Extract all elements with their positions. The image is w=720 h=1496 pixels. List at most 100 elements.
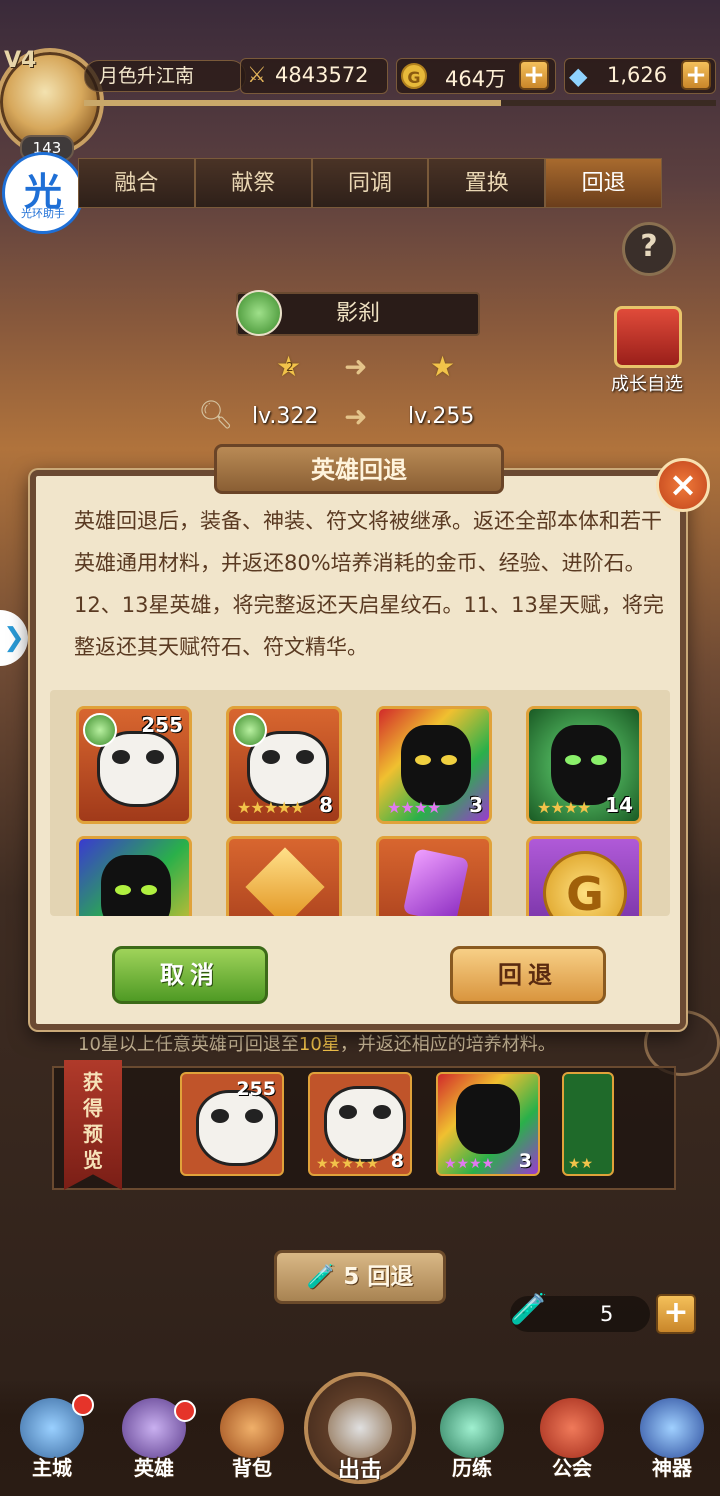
nav-label: 神器	[652, 1456, 692, 1480]
reward-item[interactable]	[76, 836, 192, 916]
gold-counter: G 464万 +	[396, 58, 556, 94]
combat-power-value: 4843572	[275, 63, 369, 87]
reward-item[interactable]: ★★★★ 3	[376, 706, 492, 824]
preview-item[interactable]: ★★	[562, 1072, 614, 1176]
preview-item[interactable]: ★★★★★ 8	[308, 1072, 412, 1176]
tab-revert[interactable]: 回退	[545, 158, 662, 208]
ribbon-char: 览	[83, 1148, 103, 1172]
reward-item[interactable]	[376, 836, 492, 916]
artifact-orb-icon	[640, 1398, 704, 1458]
batch-revert-button[interactable]: 🧪 5 回退	[274, 1250, 446, 1304]
level-to: lv.255	[408, 404, 475, 429]
preview-stars: ★★★★	[444, 1156, 495, 1172]
purple-gem-icon	[402, 848, 470, 916]
halo-assistant-button[interactable]: 光 光环助手	[2, 152, 84, 234]
nav-main-city[interactable]: 主城	[4, 1394, 100, 1490]
revert-potion-counter: 🧪 5	[510, 1292, 650, 1332]
reward-item[interactable]: 255	[76, 706, 192, 824]
vip-level: V4	[4, 48, 37, 73]
element-badge-icon	[83, 713, 117, 747]
experience-bar-fill	[84, 100, 502, 106]
hint-text-end: ，并返还相应的培养材料。	[339, 1034, 556, 1055]
tab-sacrifice[interactable]: 献祭	[194, 158, 312, 208]
rainbow-demon-icon	[101, 855, 171, 916]
preview-count: 8	[390, 1150, 404, 1172]
reward-stars: ★★★★★	[237, 798, 305, 817]
ribbon-char: 得	[83, 1096, 103, 1120]
preview-item[interactable]: 255	[180, 1072, 284, 1176]
gold-crystal-icon	[245, 847, 325, 916]
nav-label: 公会	[552, 1456, 592, 1480]
nav-label: 背包	[232, 1456, 272, 1480]
crossed-swords-icon	[328, 1398, 392, 1458]
preview-stars: ★★	[568, 1156, 594, 1172]
confirm-revert-button[interactable]: 回退	[450, 946, 606, 1004]
ribbon-char: 获	[83, 1070, 103, 1094]
gem-value: 1,626	[607, 63, 668, 87]
backpack-icon	[220, 1398, 284, 1458]
ribbon-char: 预	[83, 1122, 103, 1146]
batch-revert-label: 5 回退	[343, 1264, 414, 1290]
nav-training[interactable]: 历练	[424, 1398, 520, 1490]
gem-counter: ◆ 1,626 +	[564, 58, 716, 94]
helper-label: 光环助手	[21, 207, 65, 220]
revert-hint: 10星以上任意英雄可回退至10星，并返还相应的培养材料。	[78, 1030, 678, 1056]
add-potion-button[interactable]: +	[656, 1294, 696, 1334]
player-name: 月色升江南	[84, 60, 246, 92]
cancel-button[interactable]: 取消	[112, 946, 268, 1004]
combat-power: ⚔ 4843572	[240, 58, 388, 94]
close-button[interactable]: ×	[656, 458, 710, 512]
tab-fusion[interactable]: 融合	[78, 158, 195, 208]
reward-count: 14	[605, 793, 633, 817]
training-icon	[440, 1398, 504, 1458]
preview-count: 3	[518, 1150, 532, 1172]
reward-stars: ★★★★	[387, 798, 441, 817]
reward-stars: ★★★★	[537, 798, 591, 817]
magnifier-icon[interactable]: 🔍︎	[198, 398, 234, 431]
diamond-icon: ◆	[569, 62, 588, 90]
notification-dot	[72, 1394, 94, 1416]
side-expand-arrow-icon[interactable]: ❯	[0, 610, 28, 666]
level-from: lv.322	[252, 404, 319, 429]
guild-flag-icon	[540, 1398, 604, 1458]
reward-item[interactable]: ★★★★ 14	[526, 706, 642, 824]
nav-sortie[interactable]: 出击	[312, 1398, 408, 1490]
crossed-swords-icon: ⚔	[247, 63, 267, 88]
reward-count: 3	[469, 793, 483, 817]
star-from-number: 2	[286, 360, 294, 374]
element-badge-icon	[233, 713, 267, 747]
dialog-title: 英雄回退	[214, 444, 504, 494]
nav-label: 英雄	[134, 1456, 174, 1480]
tab-replace[interactable]: 置换	[428, 158, 546, 208]
reward-count: 8	[319, 793, 333, 817]
help-button[interactable]: ?	[622, 222, 676, 276]
gift-label: 成长自选	[611, 374, 683, 395]
reward-item[interactable]: ★★★★★ 8	[226, 706, 342, 824]
reward-item[interactable]	[226, 836, 342, 916]
potion-icon: 🧪	[306, 1264, 336, 1290]
preview-ribbon: 获 得 预 览	[64, 1060, 122, 1190]
hero-element-icon	[236, 290, 282, 336]
arrow-right-icon: ➜	[344, 400, 368, 433]
nav-backpack[interactable]: 背包	[204, 1398, 300, 1490]
feature-tabs: 融合 献祭 同调 置换 回退	[78, 158, 662, 208]
gift-box-icon	[614, 306, 682, 368]
preview-item[interactable]: ★★★★ 3	[436, 1072, 540, 1176]
add-gems-button[interactable]: +	[681, 60, 711, 90]
nav-label: 历练	[452, 1456, 492, 1480]
nav-heroes[interactable]: 英雄	[106, 1398, 202, 1490]
nav-guild[interactable]: 公会	[524, 1398, 620, 1490]
dialog-description: 英雄回退后，装备、神装、符文将被继承。返还全部本体和若干英雄通用材料，并返还80…	[74, 509, 664, 659]
star-icon: ★	[430, 350, 456, 383]
add-gold-button[interactable]: +	[519, 60, 549, 90]
nav-label: 主城	[32, 1456, 72, 1480]
growth-selection-gift-button[interactable]: 成长自选	[602, 298, 688, 395]
reward-item[interactable]: G	[526, 836, 642, 916]
reward-count: 255	[141, 713, 183, 737]
rainbow-demon-icon	[401, 725, 471, 805]
hint-highlight: 10星	[298, 1034, 340, 1055]
nav-artifact[interactable]: 神器	[624, 1398, 720, 1490]
panda-hero-icon	[196, 1090, 278, 1166]
potion-icon: 🧪	[510, 1292, 548, 1327]
tab-synchronize[interactable]: 同调	[311, 158, 429, 208]
